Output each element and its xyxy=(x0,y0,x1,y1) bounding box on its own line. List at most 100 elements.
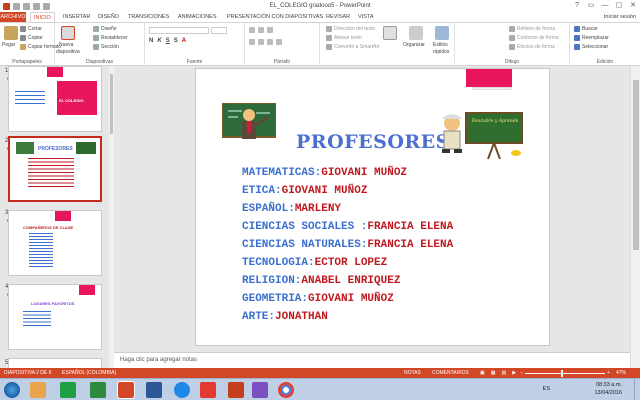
tab-review[interactable]: REVISAR xyxy=(326,12,350,22)
publisher-icon[interactable] xyxy=(228,382,244,398)
new-slide-label-2[interactable]: diapositiva xyxy=(56,49,80,55)
slide-scrollbar[interactable] xyxy=(630,66,640,368)
slide-thumbnails-pane: 1 ★ EL COLEGIO 2 ★ PROFESORES 3 ★ COMPAÑ… xyxy=(0,66,114,368)
ribbon-display-button[interactable]: ▭ xyxy=(584,0,598,11)
zoom-level[interactable]: 47% xyxy=(616,368,626,378)
subject-line: MATEMATICAS:GIOVANI MUÑOZ xyxy=(242,167,408,179)
media-icon[interactable] xyxy=(60,382,76,398)
italic-icon[interactable]: K xyxy=(157,38,161,44)
bullets-icon[interactable] xyxy=(249,27,255,33)
title-bar: EL_COLEGIO gradooo5 - PowerPoint ? ▭ — ▢… xyxy=(0,0,640,12)
subject-line: CIENCIAS NATURALES:FRANCIA ELENA xyxy=(242,239,454,251)
numbering-icon[interactable] xyxy=(258,27,264,33)
minimize-button[interactable]: — xyxy=(598,0,612,11)
tab-slideshow[interactable]: PRESENTACIÓN CON DIAPOSITIVAS xyxy=(227,12,323,22)
font-color-icon[interactable]: A xyxy=(182,38,186,44)
justify-icon[interactable] xyxy=(276,39,282,45)
slideshow-view-icon[interactable]: ▶ xyxy=(512,368,516,378)
arrange-label[interactable]: Organizar xyxy=(403,42,425,48)
text-direction-button[interactable]: Dirección del texto xyxy=(326,26,375,32)
replace-button[interactable]: Reemplazar xyxy=(574,35,609,41)
align-text-icon xyxy=(326,35,332,41)
shape-effects-button[interactable]: Efectos de forma xyxy=(509,44,555,50)
group-text: Dirección del texto Alinear texto Conver… xyxy=(320,23,380,66)
tab-file[interactable]: ARCHIVO xyxy=(0,12,26,22)
file-explorer-icon[interactable] xyxy=(30,382,46,398)
maximize-button[interactable]: ▢ xyxy=(612,0,626,11)
align-left-icon[interactable] xyxy=(249,39,255,45)
align-text-button[interactable]: Alinear texto xyxy=(326,35,362,41)
quick-styles-label[interactable]: Estilos xyxy=(433,42,448,48)
thumbnail-title: LUGARES FAVORITOS xyxy=(31,301,75,306)
shadow-icon[interactable]: S xyxy=(174,38,178,44)
show-desktop-button[interactable] xyxy=(634,379,640,400)
layout-button[interactable]: Diseño xyxy=(93,26,117,32)
shape-outline-button[interactable]: Contorno de forma xyxy=(509,35,559,41)
thumbnail-slide-5[interactable] xyxy=(8,358,102,368)
font-name-combo[interactable] xyxy=(149,27,209,34)
tab-transitions[interactable]: TRANSICIONES xyxy=(128,12,169,22)
subject-line: ESPAÑOL:MARLENY xyxy=(242,203,342,215)
internet-explorer-icon[interactable] xyxy=(174,382,190,398)
close-button[interactable]: ✕ xyxy=(626,0,640,11)
shapes-gallery-icon[interactable] xyxy=(383,26,397,40)
paste-icon[interactable] xyxy=(4,26,18,40)
align-right-icon[interactable] xyxy=(267,39,273,45)
quick-styles-icon[interactable] xyxy=(435,26,449,40)
arrange-icon[interactable] xyxy=(409,26,423,40)
video-app-icon[interactable] xyxy=(200,382,216,398)
tab-animations[interactable]: ANIMACIONES xyxy=(178,12,217,22)
thumbnail-slide-2[interactable]: PROFESORES xyxy=(8,136,102,202)
section-button[interactable]: Sección xyxy=(93,44,119,50)
thumbnail-slide-4[interactable]: LUGARES FAVORITOS xyxy=(8,284,102,350)
thumbnail-pink-bar xyxy=(55,211,71,221)
tray-time: 08:33 a.m. xyxy=(596,382,622,388)
bold-icon[interactable]: N xyxy=(149,38,153,44)
ribbon: Pegar Cortar Copiar Copiar formato Porta… xyxy=(0,22,640,66)
copy-button[interactable]: Copiar xyxy=(20,35,43,41)
powerpoint-taskbar-icon[interactable] xyxy=(117,381,135,399)
tab-design[interactable]: DISEÑO xyxy=(98,12,119,22)
tab-home[interactable]: INICIO xyxy=(30,12,55,22)
new-slide-label[interactable]: Nueva xyxy=(59,42,73,48)
copy-icon xyxy=(20,35,26,41)
scrollbar-thumb[interactable] xyxy=(110,74,113,134)
slide-editor: PROFESORES Descubre y Aprende MATEMATICA… xyxy=(114,66,630,352)
zoom-slider[interactable]: − + xyxy=(520,368,610,378)
slide-title[interactable]: PROFESORES xyxy=(296,131,450,153)
underline-icon[interactable]: S xyxy=(166,38,170,44)
app-icon[interactable] xyxy=(252,382,268,398)
paste-label[interactable]: Pegar xyxy=(2,42,15,48)
new-slide-icon[interactable] xyxy=(61,26,75,40)
quick-styles-label-2[interactable]: rápidos xyxy=(433,49,449,55)
scrollbar-thumb[interactable] xyxy=(633,80,639,250)
tab-view[interactable]: VISTA xyxy=(358,12,374,22)
notes-pane[interactable]: Haga clic para agregar notas xyxy=(114,352,630,368)
sign-in-link[interactable]: Iniciar sesión xyxy=(604,12,636,22)
help-button[interactable]: ? xyxy=(570,0,584,11)
reset-button[interactable]: Restablecer xyxy=(93,35,128,41)
language-indicator[interactable]: ESPAÑOL (COLOMBIA) xyxy=(62,368,116,378)
excel-icon[interactable] xyxy=(90,382,106,398)
sorter-view-icon[interactable]: ▦ xyxy=(491,368,496,378)
tray-language[interactable]: ES xyxy=(543,386,550,392)
align-center-icon[interactable] xyxy=(258,39,264,45)
cut-button[interactable]: Cortar xyxy=(20,26,42,32)
tab-insert[interactable]: INSERTAR xyxy=(63,12,90,22)
thumbnail-slide-1[interactable]: EL COLEGIO xyxy=(8,66,102,132)
comments-toggle[interactable]: COMENTARIOS xyxy=(432,368,469,378)
indent-icon[interactable] xyxy=(267,27,273,33)
start-button-icon[interactable] xyxy=(4,382,20,398)
notes-toggle[interactable]: NOTAS xyxy=(404,368,421,378)
reading-view-icon[interactable]: ▤ xyxy=(501,368,506,378)
shape-fill-button[interactable]: Relleno de forma xyxy=(509,26,555,32)
thumbnail-slide-3[interactable]: COMPAÑEROS DE CLASE xyxy=(8,210,102,276)
smartart-button[interactable]: Convertir a SmartArt xyxy=(326,44,380,50)
chrome-icon[interactable] xyxy=(278,382,294,398)
font-size-combo[interactable] xyxy=(211,27,227,34)
current-slide[interactable]: PROFESORES Descubre y Aprende MATEMATICA… xyxy=(195,68,550,346)
word-icon[interactable] xyxy=(146,382,162,398)
find-button[interactable]: Buscar xyxy=(574,26,598,32)
select-button[interactable]: Seleccionar xyxy=(574,44,608,50)
normal-view-icon[interactable]: ▣ xyxy=(480,368,485,378)
